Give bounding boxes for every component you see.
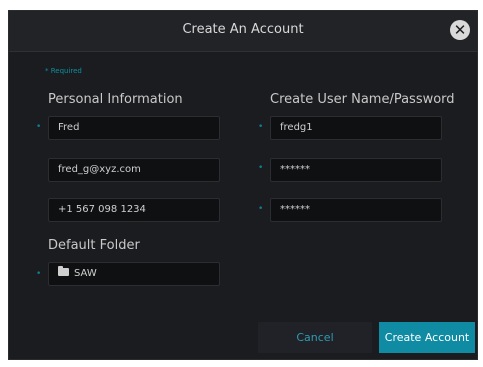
default-folder-select[interactable]: SAW [48, 262, 220, 286]
required-marker: • [258, 204, 264, 214]
create-account-dialog: Create An Account ✕ [8, 10, 478, 360]
close-icon[interactable]: ✕ [450, 20, 470, 40]
create-account-button[interactable]: Create Account [379, 322, 475, 353]
username-field[interactable]: fredg1 [270, 116, 442, 140]
required-marker: • [258, 163, 264, 173]
phone-field[interactable]: +1 567 098 1234 [48, 198, 220, 222]
default-folder-heading: Default Folder [48, 238, 140, 253]
default-folder-value: SAW [74, 268, 97, 279]
required-marker: • [36, 122, 42, 132]
personal-information-heading: Personal Information [48, 92, 183, 107]
required-marker: • [258, 122, 264, 132]
credentials-heading: Create User Name/Password [270, 92, 455, 107]
required-legend: * Required [45, 67, 82, 75]
confirm-password-field[interactable]: ****** [270, 198, 442, 222]
first-name-field[interactable]: Fred [48, 116, 220, 140]
required-marker: • [36, 269, 42, 279]
email-field[interactable]: fred_g@xyz.com [48, 158, 220, 182]
cancel-button[interactable]: Cancel [258, 322, 372, 353]
dialog-titlebar: Create An Account ✕ [9, 11, 477, 52]
dialog-title: Create An Account [182, 22, 304, 37]
password-field[interactable]: ****** [270, 158, 442, 182]
folder-icon [58, 266, 69, 276]
